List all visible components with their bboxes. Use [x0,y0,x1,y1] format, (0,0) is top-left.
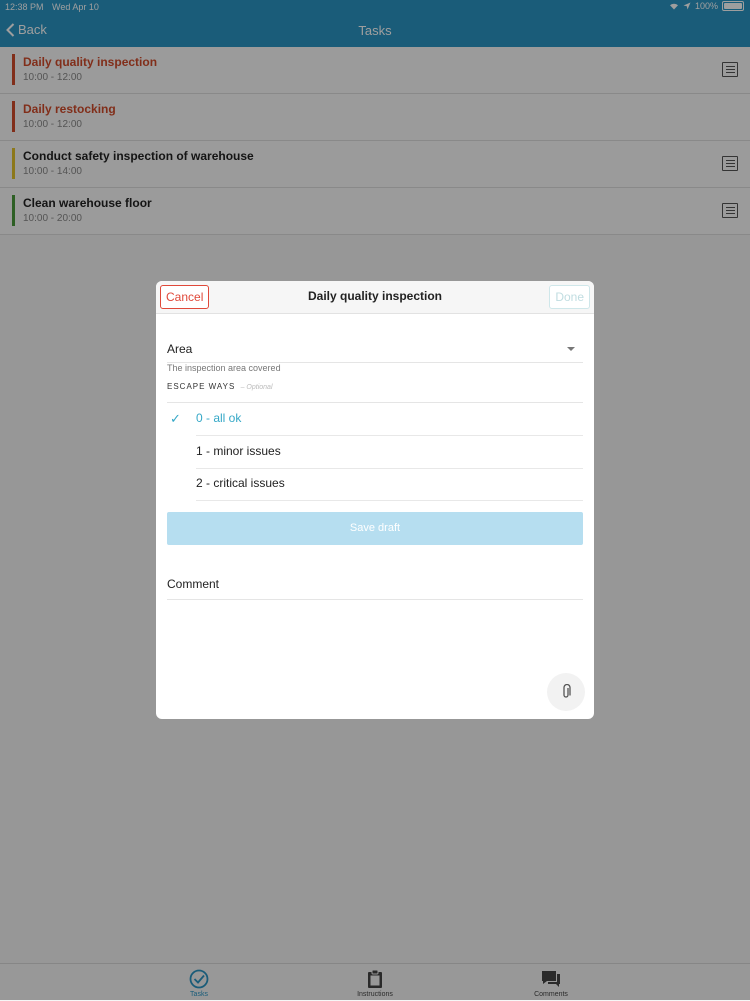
option-label: 1 - minor issues [196,444,281,458]
comment-field[interactable] [167,599,583,600]
escape-ways-heading: ESCAPE WAYS – Optional [167,382,273,391]
attach-button[interactable] [547,673,585,711]
option-critical-issues[interactable]: 2 - critical issues [196,468,583,501]
modal-header: Cancel Daily quality inspection Done [156,281,594,314]
option-all-ok[interactable]: 0 - all ok [196,403,583,436]
task-form-modal: Cancel Daily quality inspection Done Are… [156,281,594,719]
optional-tag: – Optional [240,384,273,391]
area-select[interactable]: Area [167,336,583,363]
option-label: 0 - all ok [196,411,242,425]
area-help-text: The inspection area covered [167,363,281,373]
chevron-down-icon [567,347,575,351]
done-button[interactable]: Done [549,285,590,309]
checkmark-icon: ✓ [170,411,181,426]
modal-title: Daily quality inspection [307,289,443,303]
paperclip-icon [563,684,571,698]
option-minor-issues[interactable]: 1 - minor issues [196,436,583,469]
save-draft-button[interactable]: Save draft [167,512,583,545]
option-label: 2 - critical issues [196,476,285,490]
area-label: Area [167,342,193,356]
comment-label: Comment [167,577,220,591]
escape-ways-label: ESCAPE WAYS [167,382,236,391]
